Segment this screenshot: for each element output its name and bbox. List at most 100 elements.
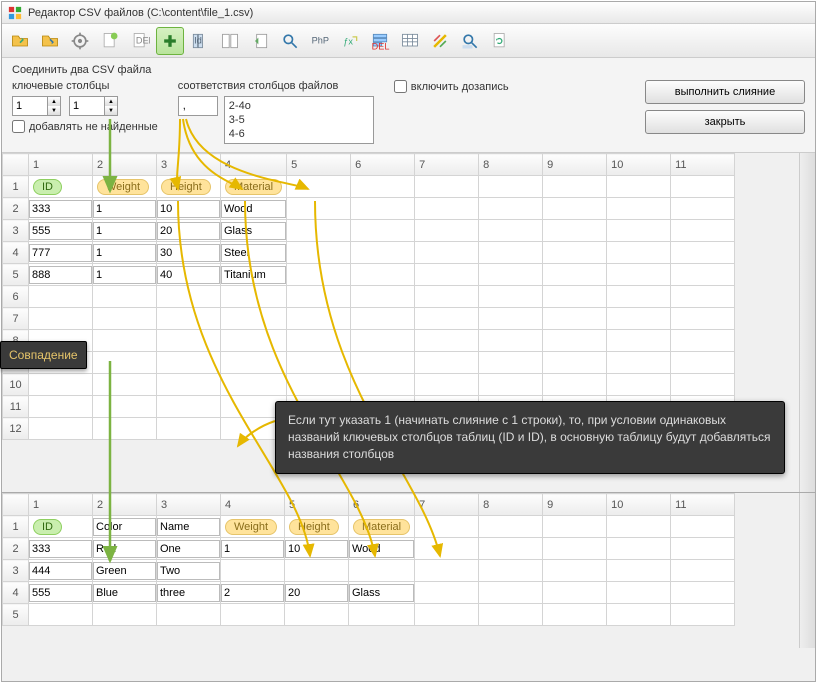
grid-cell[interactable] [351, 374, 415, 396]
grid-cell[interactable] [29, 538, 93, 560]
column-header[interactable]: 7 [415, 154, 479, 176]
grid-cell[interactable] [415, 538, 479, 560]
row-header[interactable]: 12 [3, 418, 29, 440]
grid-cell[interactable] [607, 352, 671, 374]
grid-cell[interactable] [157, 560, 221, 582]
grid-cell[interactable] [479, 374, 543, 396]
cell-input[interactable] [221, 222, 286, 240]
grid-cell[interactable] [157, 604, 221, 626]
grid-cell[interactable] [221, 308, 287, 330]
grid-cell[interactable] [415, 516, 479, 538]
grid-cell[interactable] [607, 560, 671, 582]
row-header[interactable]: 3 [3, 220, 29, 242]
grid-cell[interactable] [157, 516, 221, 538]
cell-input[interactable] [157, 584, 220, 602]
row-header[interactable]: 4 [3, 582, 29, 604]
cell-input[interactable] [29, 562, 92, 580]
key-col-1-input[interactable] [13, 97, 47, 115]
grid-cell[interactable] [93, 560, 157, 582]
column-header[interactable]: 10 [607, 154, 671, 176]
grid-cell[interactable] [285, 538, 349, 560]
grid-cell[interactable] [607, 374, 671, 396]
grid-cell[interactable] [607, 604, 671, 626]
row-header[interactable]: 1 [3, 176, 29, 198]
cell-input[interactable] [349, 540, 414, 558]
grid-cell[interactable] [349, 538, 415, 560]
spin-up-icon[interactable]: ▲ [105, 97, 117, 106]
row-header[interactable]: 1 [3, 516, 29, 538]
grid-cell[interactable] [543, 582, 607, 604]
cell-input[interactable] [93, 200, 156, 218]
delete-icon[interactable]: DEL [126, 27, 154, 55]
settings-icon[interactable] [66, 27, 94, 55]
grid-cell[interactable] [287, 352, 351, 374]
column-header[interactable]: 8 [479, 494, 543, 516]
grid-cell[interactable] [287, 374, 351, 396]
grid-cell[interactable] [287, 220, 351, 242]
mapping-list[interactable]: 2-4о 3-5 4-6 [224, 96, 374, 144]
grid-cell[interactable] [285, 582, 349, 604]
cell-input[interactable] [285, 584, 348, 602]
grid-cell[interactable] [349, 604, 415, 626]
row-header[interactable]: 6 [3, 286, 29, 308]
spin-down-icon[interactable]: ▼ [105, 106, 117, 115]
grid-cell[interactable] [479, 604, 543, 626]
row-header[interactable]: 10 [3, 374, 29, 396]
grid-cell[interactable] [479, 308, 543, 330]
grid-cell[interactable] [157, 330, 221, 352]
grid-cell[interactable]: Material [349, 516, 415, 538]
grid-cell[interactable] [157, 582, 221, 604]
grid-cell[interactable] [287, 308, 351, 330]
cell-input[interactable] [221, 266, 286, 284]
add-missing-checkbox[interactable]: добавлять не найденные [12, 120, 158, 133]
key-col-1-spinner[interactable]: ▲▼ [12, 96, 61, 116]
column-header[interactable]: 1 [29, 494, 93, 516]
cell-input[interactable] [93, 266, 156, 284]
row-header[interactable]: 4 [3, 242, 29, 264]
key-col-2-input[interactable] [70, 97, 104, 115]
grid-cell[interactable] [415, 308, 479, 330]
grid-cell[interactable] [671, 374, 735, 396]
cell-input[interactable] [285, 540, 348, 558]
grid-cell[interactable] [415, 242, 479, 264]
grid-cell[interactable] [285, 604, 349, 626]
columns-icon[interactable]: Id [186, 27, 214, 55]
grid-cell[interactable] [221, 286, 287, 308]
refresh-icon[interactable] [486, 27, 514, 55]
grid-cell[interactable] [351, 352, 415, 374]
grid-cell[interactable] [671, 264, 735, 286]
grid-cell[interactable] [543, 264, 607, 286]
grid-cell[interactable] [351, 308, 415, 330]
grid-cell[interactable] [29, 582, 93, 604]
grid-cell[interactable] [93, 582, 157, 604]
column-header[interactable]: 3 [157, 154, 221, 176]
cell-input[interactable] [157, 266, 220, 284]
grid-cell[interactable] [671, 538, 735, 560]
grid-cell[interactable] [93, 198, 157, 220]
grid-cell[interactable] [543, 516, 607, 538]
grid-cell[interactable] [29, 374, 93, 396]
row-header[interactable]: 5 [3, 604, 29, 626]
grid-cell[interactable] [157, 396, 221, 418]
grid-cell[interactable] [543, 286, 607, 308]
grid-cell[interactable] [607, 220, 671, 242]
grid-cell[interactable] [351, 198, 415, 220]
grid-cell[interactable] [221, 374, 287, 396]
grid-cell[interactable]: Material [221, 176, 287, 198]
grid-cell[interactable] [29, 220, 93, 242]
grid-cell[interactable] [415, 374, 479, 396]
grid-cell[interactable] [287, 286, 351, 308]
slide-left-icon[interactable] [246, 27, 274, 55]
grid-cell[interactable] [543, 330, 607, 352]
cell-input[interactable] [157, 222, 220, 240]
grid-cell[interactable] [287, 330, 351, 352]
grid-cell[interactable] [157, 286, 221, 308]
column-header[interactable] [3, 154, 29, 176]
grid-cell[interactable]: Height [157, 176, 221, 198]
cell-input[interactable] [93, 584, 156, 602]
grid-cell[interactable] [607, 330, 671, 352]
grid-cell[interactable] [671, 286, 735, 308]
cell-input[interactable] [157, 244, 220, 262]
grid-cell[interactable] [607, 538, 671, 560]
spin-up-icon[interactable]: ▲ [48, 97, 60, 106]
